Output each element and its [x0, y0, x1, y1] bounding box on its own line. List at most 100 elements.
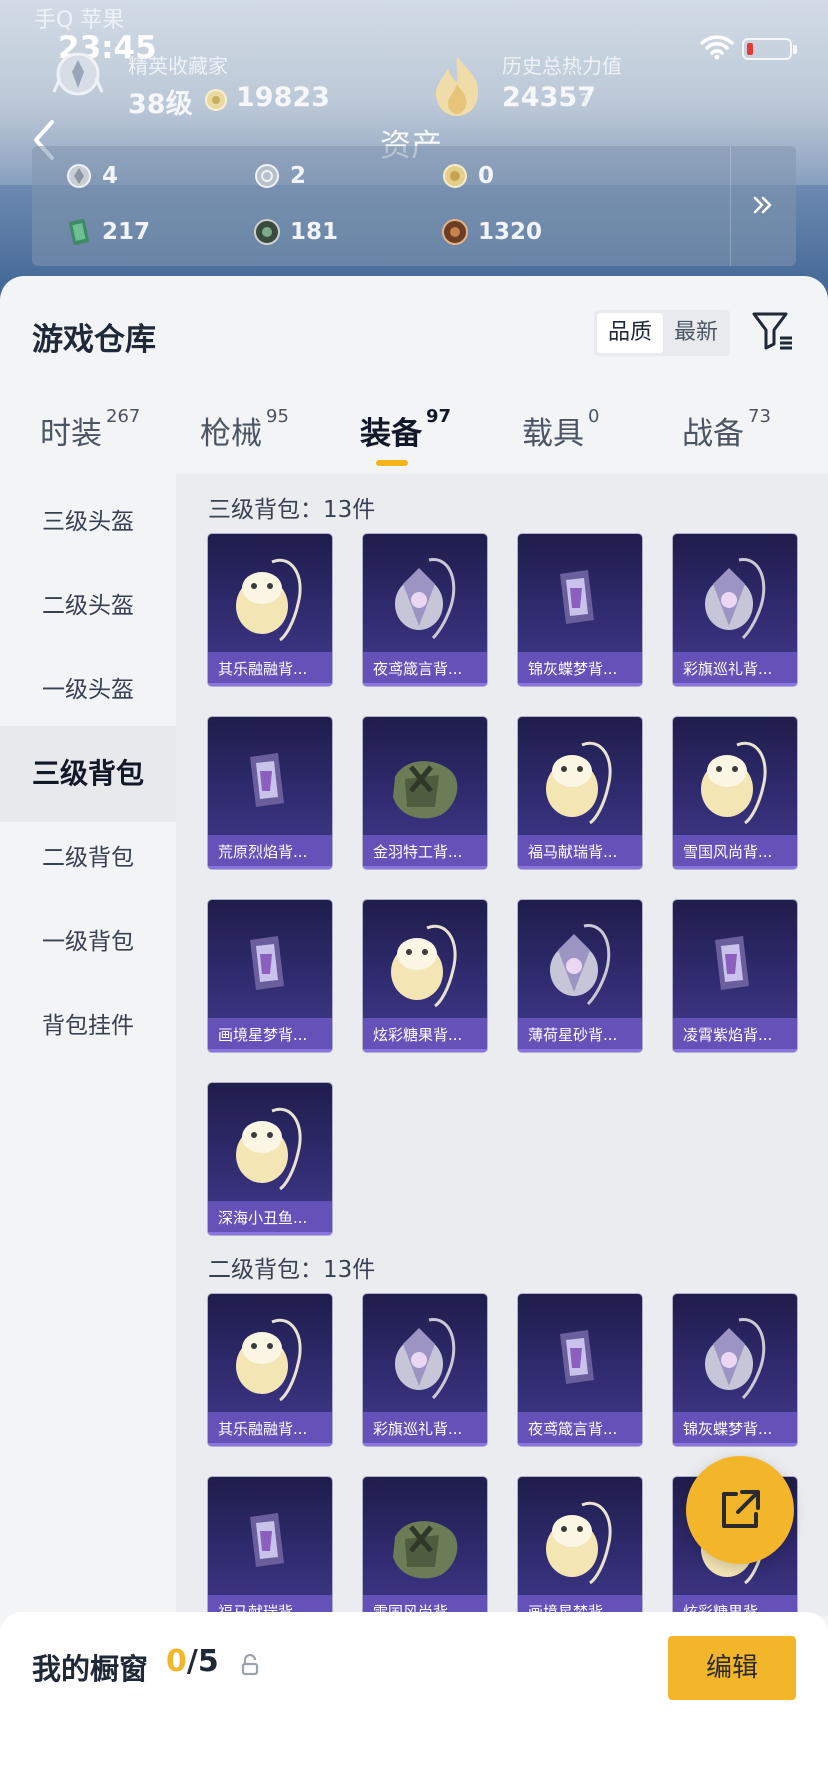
tab-vehicles[interactable]: 载具 0 [522, 406, 599, 452]
share-icon [722, 1490, 760, 1528]
item-label: 福马献瑞背... [518, 835, 642, 869]
item-label: 画境星梦背... [208, 1018, 332, 1052]
item-label: 锦灰蝶梦背... [518, 652, 642, 686]
backpack-thumbnail-icon [236, 1318, 302, 1402]
dark-orb-icon [254, 219, 280, 245]
backpack-thumbnail-icon [391, 924, 457, 1008]
green-card-icon [69, 218, 89, 246]
asset-item: 0 [440, 160, 494, 192]
wifi-icon [700, 35, 734, 60]
backpack-thumbnail-icon [395, 1318, 456, 1400]
backpack-thumbnail-icon [560, 1330, 594, 1384]
item-label: 凌霄紫焰背... [673, 1018, 797, 1052]
sidebar-item-backpack-2[interactable]: 二级背包 [0, 810, 176, 906]
backpack-thumbnail-icon [550, 924, 611, 1006]
lock-icon [241, 1654, 259, 1676]
item-grid: 三级背包：13件 其乐融融背... 夜鸢箴言背... 锦灰蝶梦背... 彩旗巡礼背..… [176, 474, 828, 1616]
item-label: 其乐融融背... [208, 1412, 332, 1446]
backpack-thumbnail-icon [546, 741, 612, 825]
asset-divider [730, 146, 731, 266]
item-label: 彩旗巡礼背... [363, 1412, 487, 1446]
share-button[interactable] [686, 1456, 794, 1564]
item-card[interactable]: 画境星梦背... [208, 900, 332, 1052]
sort-newest-button[interactable]: 最新 [664, 313, 728, 353]
coin-count: 19823 [236, 82, 330, 113]
flame-icon [435, 56, 479, 116]
header: 手Q 苹果 23:45 精英收藏家 38级 19823 历史总热力值 24357… [0, 0, 828, 300]
silver-token-icon [67, 164, 91, 188]
item-card[interactable]: 金羽特工背... [363, 717, 487, 869]
asset-item: 2 [252, 160, 306, 192]
sort-quality-button[interactable]: 品质 [597, 313, 663, 353]
sidebar-item-backpack-3[interactable]: 三级背包 [0, 726, 176, 822]
asset-item: 217 [64, 216, 150, 248]
asset-panel: 4 2 0 217 181 1320 [32, 146, 796, 266]
backpack-thumbnail-icon [250, 753, 284, 807]
item-card[interactable]: 福马献瑞背... [208, 1477, 332, 1616]
item-card[interactable]: 夜鸢箴言背... [518, 1294, 642, 1446]
item-card[interactable]: 福马献瑞背... [518, 717, 642, 869]
sidebar-item-helmet-1[interactable]: 一级头盔 [0, 642, 176, 738]
item-label: 荒原烈焰背... [208, 835, 332, 869]
section-title: 三级背包：13件 [208, 497, 376, 523]
item-card[interactable]: 锦灰蝶梦背... [673, 1294, 797, 1446]
sidebar-item-helmet-3[interactable]: 三级头盔 [0, 474, 176, 570]
sidebar-item-helmet-2[interactable]: 二级头盔 [0, 558, 176, 654]
item-card[interactable]: 彩旗巡礼背... [363, 1294, 487, 1446]
item-card[interactable]: 薄荷星砂背... [518, 900, 642, 1052]
item-label: 夜鸢箴言背... [363, 652, 487, 686]
item-label: 薄荷星砂背... [518, 1018, 642, 1052]
item-label: 雪国风尚背... [673, 835, 797, 869]
item-card[interactable]: 雪国风尚背... [673, 717, 797, 869]
heat-help-icon[interactable]: ? [580, 90, 590, 112]
bronze-orb-icon [442, 219, 468, 245]
tab-equipment[interactable]: 装备 97 [360, 406, 451, 452]
collector-medal-icon [52, 52, 104, 96]
tab-fashion[interactable]: 时装 267 [40, 406, 140, 452]
active-tab-indicator [376, 460, 408, 466]
battery-icon [742, 38, 797, 60]
item-label: 金羽特工背... [363, 835, 487, 869]
sidebar-item-backpack-charm[interactable]: 背包挂件 [0, 978, 176, 1074]
filter-icon[interactable] [750, 308, 794, 352]
silver-coin-icon [255, 164, 279, 188]
item-card[interactable]: 锦灰蝶梦背... [518, 534, 642, 686]
item-card[interactable]: 画境星梦背... [518, 1477, 642, 1616]
tab-firearms[interactable]: 枪械 95 [200, 406, 289, 452]
item-label: 夜鸢箴言背... [518, 1412, 642, 1446]
tab-supplies[interactable]: 战备 73 [682, 406, 771, 452]
item-label: 炫彩糖果背... [363, 1018, 487, 1052]
backpack-thumbnail-icon [705, 1318, 766, 1400]
item-card[interactable]: 凌霄紫焰背... [673, 900, 797, 1052]
item-card[interactable]: 深海小丑鱼... [208, 1083, 332, 1235]
item-card[interactable]: 其乐融融背... [208, 1294, 332, 1446]
item-card[interactable]: 彩旗巡礼背... [673, 534, 797, 686]
backpack-thumbnail-icon [395, 558, 456, 640]
item-card[interactable]: 雪国风尚背... [363, 1477, 487, 1616]
warehouse-title: 游戏仓库 [32, 322, 156, 358]
asset-item: 181 [252, 216, 338, 248]
warehouse-panel: 游戏仓库 品质 最新 时装 267 枪械 95 装备 97 载具 0 战备 73 三级头盔… [0, 276, 828, 1616]
collector-level: 38级 [128, 89, 193, 120]
backpack-thumbnail-icon [236, 558, 302, 642]
backpack-thumbnail-icon [705, 558, 766, 640]
section-title: 二级背包：13件 [208, 1257, 376, 1283]
edit-button[interactable]: 编辑 [668, 1636, 796, 1700]
item-label: 深海小丑鱼... [208, 1201, 332, 1235]
item-card[interactable]: 夜鸢箴言背... [363, 534, 487, 686]
showcase-title: 我的橱窗 [32, 1652, 149, 1686]
item-card[interactable]: 炫彩糖果背... [363, 900, 487, 1052]
item-label: 其乐融融背... [208, 652, 332, 686]
showcase-bar: 我的橱窗 0/5 编辑 [0, 1612, 828, 1792]
item-card[interactable]: 其乐融融背... [208, 534, 332, 686]
backpack-thumbnail-icon [393, 761, 458, 819]
backpack-thumbnail-icon [250, 1513, 284, 1567]
showcase-count: 0/5 [166, 1644, 219, 1679]
backpack-thumbnail-icon [236, 1107, 302, 1191]
double-chevron-right-icon[interactable] [750, 192, 776, 218]
item-label: 彩旗巡礼背... [673, 652, 797, 686]
item-card[interactable]: 荒原烈焰背... [208, 717, 332, 869]
item-label: 锦灰蝶梦背... [673, 1412, 797, 1446]
backpack-thumbnail-icon [560, 570, 594, 624]
sidebar-item-backpack-1[interactable]: 一级背包 [0, 894, 176, 990]
